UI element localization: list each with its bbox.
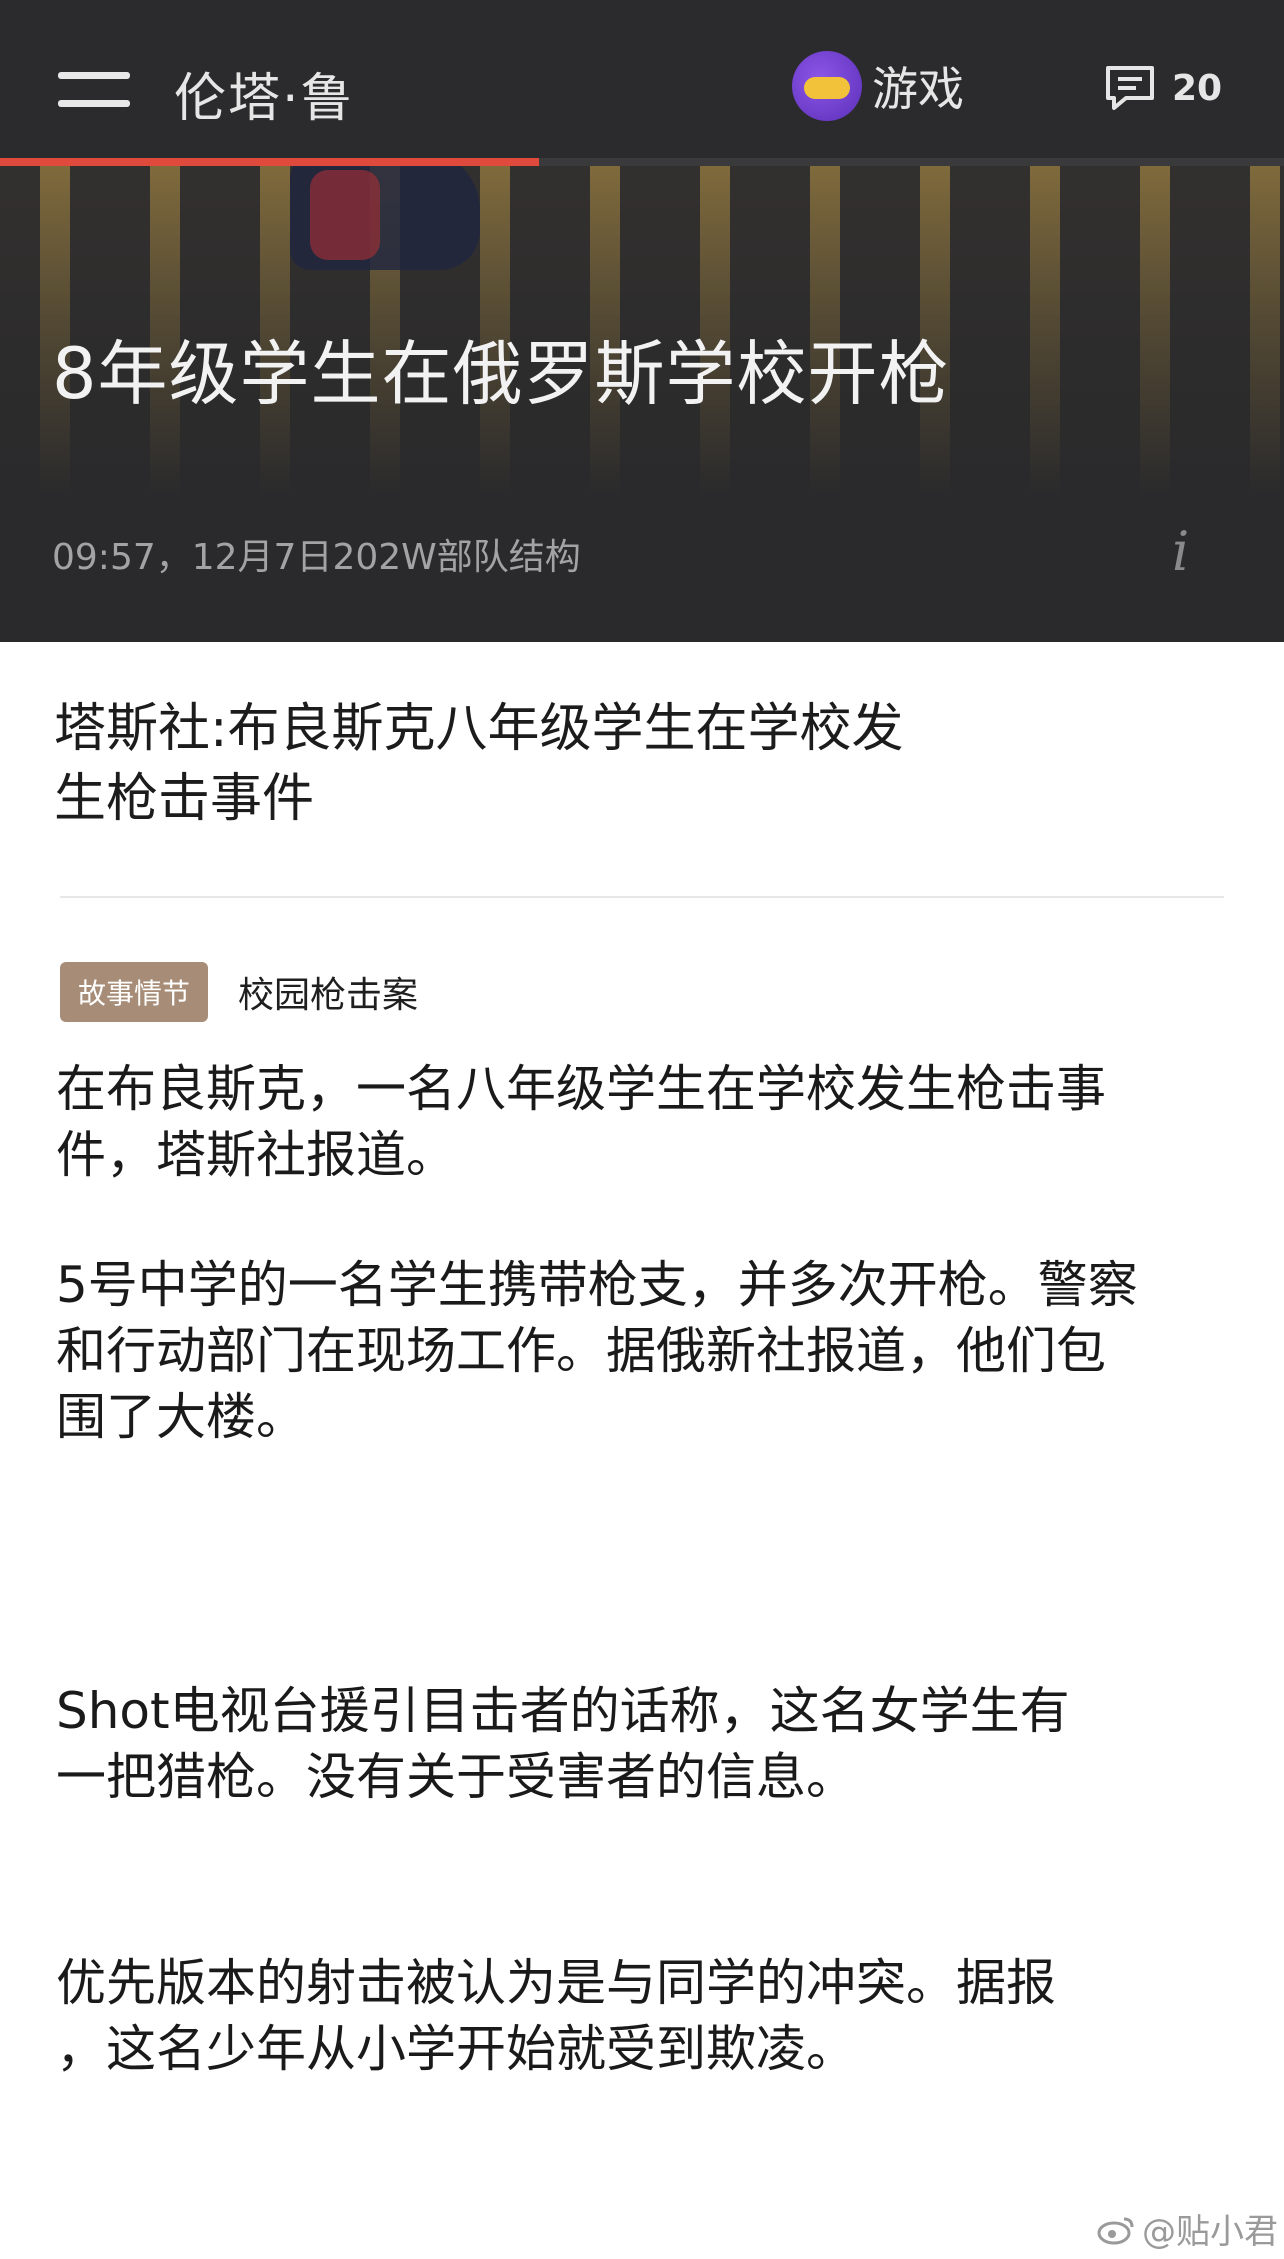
comment-count: 20 [1172, 67, 1223, 109]
article-paragraph: 在布良斯克，一名八年级学生在学校发生枪击事 件，塔斯社报道。 [56, 1056, 1226, 1188]
paragraph-line: Shot电视台援引目击者的话称，这名女学生有 [56, 1682, 1070, 1740]
game-button[interactable]: 游戏 [792, 46, 964, 126]
story-tag-badge[interactable]: 故事情节 [60, 962, 209, 1022]
paragraph-line: 优先版本的射击被认为是与同学的冲突。据报 [56, 1954, 1056, 2012]
article-headline: 塔斯社:布良斯克八年级学生在学校发 生枪击事件 [54, 694, 1014, 834]
site-brand[interactable]: 伦塔·鲁 [174, 56, 355, 131]
paragraph-line: 和行动部门在现场工作。据俄新社报道，他们包 [56, 1322, 1106, 1380]
reading-progress-bar [0, 158, 1284, 166]
article-meta: 09:57，12月7日202W部队结构 [52, 537, 581, 578]
article-paragraph: 5号中学的一名学生携带枪支，并多次开枪。警察 和行动部门在现场工作。据俄新社报道… [56, 1252, 1226, 1450]
headline-line: 生枪击事件 [54, 769, 315, 829]
hero-image-patch [310, 170, 380, 260]
headline-line: 塔斯社:布良斯克八年级学生在学校发 [54, 699, 904, 759]
article-title: 8年级学生在俄罗斯学校开枪 [52, 333, 950, 415]
article-paragraph: Shot电视台援引目击者的话称，这名女学生有 一把猎枪。没有关于受害者的信息。 [56, 1678, 1226, 1810]
divider [60, 896, 1224, 898]
info-icon[interactable]: i [1172, 520, 1189, 583]
paragraph-line: 一把猎枪。没有关于受害者的信息。 [56, 1748, 856, 1806]
weibo-logo-icon [1097, 2217, 1134, 2244]
comments-button[interactable]: 20 [1102, 60, 1222, 116]
paragraph-line: ，这名少年从小学开始就受到欺凌。 [56, 2020, 856, 2078]
paragraph-line: 围了大楼。 [56, 1388, 306, 1446]
article-hero: 伦塔·鲁 游戏 20 8年级学生在俄罗斯学校开枪 09:57，12月7日202W… [0, 0, 1284, 642]
game-label: 游戏 [872, 62, 964, 116]
paragraph-line: 5号中学的一名学生携带枪支，并多次开枪。警察 [56, 1256, 1138, 1314]
paragraph-line: 件，塔斯社报道。 [56, 1126, 456, 1184]
story-tag-row: 故事情节 校园枪击案 [60, 962, 418, 1022]
top-bar: 伦塔·鲁 游戏 20 [0, 0, 1284, 158]
hamburger-menu-icon[interactable] [58, 70, 130, 110]
watermark-text: @贴小君 [1142, 2212, 1278, 2252]
gamepad-icon [792, 51, 862, 121]
paragraph-line: 在布良斯克，一名八年级学生在学校发生枪击事 [56, 1060, 1106, 1118]
reading-progress-fill [0, 158, 540, 166]
comment-bubble-icon [1106, 66, 1154, 110]
article-paragraph: 优先版本的射击被认为是与同学的冲突。据报 ，这名少年从小学开始就受到欺凌。 [56, 1950, 1226, 2082]
story-tag-link[interactable]: 校园枪击案 [238, 966, 418, 1018]
weibo-watermark: @贴小君 [1096, 2204, 1278, 2253]
